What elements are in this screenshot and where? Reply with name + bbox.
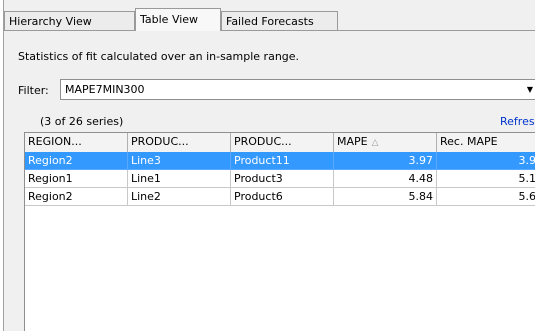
- series-table: REGION... PRODUC... PRODUC... MAPE △ Rec.…: [24, 132, 535, 331]
- filter-dropdown[interactable]: MAPE7MIN300 ▼: [60, 79, 535, 100]
- cell-product-line: Line3: [128, 152, 231, 170]
- column-header-region[interactable]: REGION...: [25, 133, 128, 152]
- cell-region: Region2: [25, 152, 128, 170]
- column-header-label: Rec. MAPE: [440, 135, 498, 148]
- column-header-mape[interactable]: MAPE △: [334, 133, 437, 152]
- cell-rec-mape: 5.65: [437, 188, 535, 206]
- cell-product: Product11: [231, 152, 334, 170]
- tab-bar: Hierarchy View Table View Failed Forecas…: [4, 8, 535, 31]
- cell-product-line: Line1: [128, 170, 231, 188]
- cell-product: Product6: [231, 188, 334, 206]
- cell-mape: 4.48: [334, 170, 437, 188]
- cell-product: Product3: [231, 170, 334, 188]
- cell-region: Region2: [25, 188, 128, 206]
- tab-label: Failed Forecasts: [226, 15, 314, 28]
- cell-region: Region1: [25, 170, 128, 188]
- cell-mape: 3.97: [334, 152, 437, 170]
- column-header-product-line[interactable]: PRODUC...: [128, 133, 231, 152]
- cell-mape: 5.84: [334, 188, 437, 206]
- sort-ascending-icon: △: [371, 138, 379, 148]
- table-row[interactable]: Region2 Line2 Product6 5.84 5.65: [25, 188, 535, 206]
- column-header-rec-mape[interactable]: Rec. MAPE: [437, 133, 535, 152]
- tab-failed-forecasts[interactable]: Failed Forecasts: [221, 11, 338, 30]
- table-row[interactable]: Region1 Line1 Product3 4.48 5.15: [25, 170, 535, 188]
- column-header-product[interactable]: PRODUC...: [231, 133, 334, 152]
- description-text: Statistics of fit calculated over an in-…: [18, 50, 300, 63]
- tab-label: Table View: [140, 13, 199, 26]
- filter-value: MAPE7MIN300: [65, 83, 145, 96]
- tab-label: Hierarchy View: [9, 15, 92, 28]
- column-header-label: MAPE: [337, 135, 368, 148]
- cell-product-line: Line2: [128, 188, 231, 206]
- series-count: (3 of 26 series): [40, 115, 124, 128]
- chevron-down-icon[interactable]: ▼: [527, 80, 533, 99]
- filter-label: Filter:: [18, 84, 49, 97]
- tab-table-view[interactable]: Table View: [135, 8, 221, 31]
- column-header-label: REGION...: [28, 135, 82, 148]
- column-header-label: PRODUC...: [131, 135, 189, 148]
- tab-hierarchy-view[interactable]: Hierarchy View: [4, 11, 135, 30]
- cell-rec-mape: 5.15: [437, 170, 535, 188]
- table-row[interactable]: Region2 Line3 Product11 3.97 3.96: [25, 152, 535, 170]
- cell-rec-mape: 3.96: [437, 152, 535, 170]
- table-header: REGION... PRODUC... PRODUC... MAPE △ Rec.…: [25, 133, 535, 153]
- column-header-label: PRODUC...: [234, 135, 292, 148]
- refresh-link[interactable]: Refresh: [500, 115, 535, 128]
